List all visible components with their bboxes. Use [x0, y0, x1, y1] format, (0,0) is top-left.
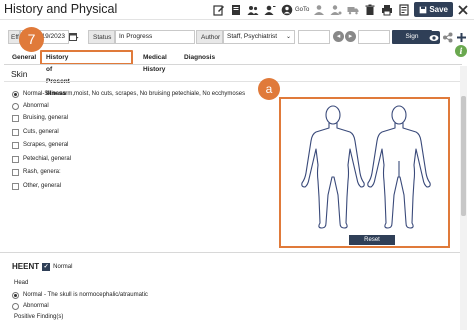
sign-extra-input[interactable]: [358, 30, 390, 44]
body-diagram-icon[interactable]: [299, 101, 434, 233]
skin-scrapes-option[interactable]: Scrapes, general: [12, 140, 68, 150]
toolbar: GoTo Save: [212, 2, 470, 17]
skin-normal-option[interactable]: Normal-Skin warm,moist, No cuts, scrapes…: [12, 89, 245, 99]
skin-rash-option[interactable]: Rash, genera:: [12, 167, 61, 177]
users-icon[interactable]: [246, 3, 260, 17]
option-label: Abnormal: [23, 303, 49, 309]
option-label: Abnormal: [23, 103, 49, 109]
skin-other-option[interactable]: Other, general: [12, 181, 61, 191]
option-label: Rash, genera:: [23, 169, 61, 175]
goto-icon[interactable]: [280, 3, 294, 17]
calendar-icon[interactable]: [69, 32, 79, 44]
view-icon[interactable]: [427, 31, 440, 44]
scrollbar-thumb[interactable]: [461, 96, 466, 216]
checkbox[interactable]: [12, 128, 19, 136]
option-label: Normal-Skin warm,moist, No cuts, scrapes…: [23, 91, 246, 97]
checkbox[interactable]: [12, 182, 19, 190]
checkbox[interactable]: [12, 168, 19, 176]
add-icon[interactable]: [455, 31, 468, 44]
sign-button[interactable]: Sign: [392, 30, 432, 44]
heent-title: HEENT: [12, 262, 40, 271]
head-label: Head: [14, 280, 29, 286]
heent-normal-label: Normal: [53, 263, 73, 270]
author-extra-input[interactable]: [298, 30, 330, 44]
option-label: Cuts, general: [23, 129, 59, 135]
vertical-scrollbar[interactable]: [460, 66, 467, 330]
chevron-down-icon[interactable]: ⌄: [286, 33, 291, 40]
option-label: Normal - The skull is normocephalic/atra…: [23, 292, 148, 298]
option-label: Bruising, general: [23, 115, 69, 121]
tab-general[interactable]: General: [12, 52, 36, 64]
window-title: History and Physical: [4, 2, 118, 16]
positive-findings-label: Positive Finding(s): [14, 314, 64, 320]
option-label: Other, general: [23, 183, 62, 189]
author-label: Author: [196, 30, 223, 44]
radio-button[interactable]: [12, 291, 19, 299]
goto-label[interactable]: GoTo: [295, 7, 309, 13]
section-divider: [0, 252, 464, 253]
document-icon[interactable]: [229, 3, 243, 17]
heent-normal-checkbox[interactable]: ✓: [42, 262, 51, 271]
skin-section-header: Skin: [4, 66, 460, 82]
edit-icon[interactable]: [212, 3, 226, 17]
body-map[interactable]: Reset: [279, 97, 450, 248]
close-icon[interactable]: [456, 3, 470, 17]
report-icon[interactable]: [397, 3, 411, 17]
staff-settings-icon[interactable]: [329, 3, 343, 17]
option-label: Petechial, general: [23, 156, 72, 162]
skin-cuts-option[interactable]: Cuts, general: [12, 127, 59, 137]
checkbox[interactable]: [12, 155, 19, 163]
skin-title: Skin: [11, 69, 28, 79]
step-callout: 7: [19, 27, 44, 52]
tab-medical-history[interactable]: Medical History: [143, 52, 167, 73]
tab-diagnosis[interactable]: Diagnosis: [184, 52, 215, 64]
share-icon[interactable]: [441, 31, 454, 44]
radio-button[interactable]: [12, 90, 19, 98]
heent-header: HEENT ✓ Normal: [12, 262, 72, 271]
header-fields: Eff /19/2023 Status In Progress Author S…: [8, 30, 432, 44]
status-value: In Progress: [115, 30, 195, 44]
save-button[interactable]: Save: [414, 2, 453, 17]
radio-button[interactable]: [12, 102, 19, 110]
title-bar: History and Physical GoTo Save: [0, 0, 474, 20]
skin-abnormal-option[interactable]: Abnormal: [12, 101, 49, 111]
head-normal-option[interactable]: Normal - The skull is normocephalic/atra…: [12, 290, 148, 300]
skin-petechial-option[interactable]: Petechial, general: [12, 154, 71, 164]
info-icon[interactable]: i: [455, 45, 467, 57]
print-icon[interactable]: [380, 3, 394, 17]
active-tab-highlight: [40, 50, 133, 65]
staff-icon[interactable]: [312, 3, 326, 17]
next-arrow-icon[interactable]: ▸: [345, 31, 356, 42]
status-label: Status: [88, 30, 115, 44]
skin-bruising-option[interactable]: Bruising, general: [12, 113, 68, 123]
delete-icon[interactable]: [363, 3, 377, 17]
checkbox[interactable]: [12, 141, 19, 149]
marker-callout: a: [258, 78, 280, 100]
save-label: Save: [429, 5, 448, 14]
client-icon[interactable]: [263, 3, 277, 17]
head-abnormal-option[interactable]: Abnormal: [12, 301, 49, 311]
checkbox[interactable]: [12, 114, 19, 122]
option-label: Scrapes, general: [23, 142, 69, 148]
truck-icon[interactable]: [346, 3, 360, 17]
reset-button[interactable]: Reset: [349, 235, 395, 245]
radio-button[interactable]: [12, 302, 19, 310]
save-icon: [419, 6, 427, 13]
author-select[interactable]: Staff, Psychiatrist: [223, 30, 295, 44]
tabs-divider: [4, 64, 462, 65]
previous-arrow-icon[interactable]: ◂: [333, 31, 344, 42]
